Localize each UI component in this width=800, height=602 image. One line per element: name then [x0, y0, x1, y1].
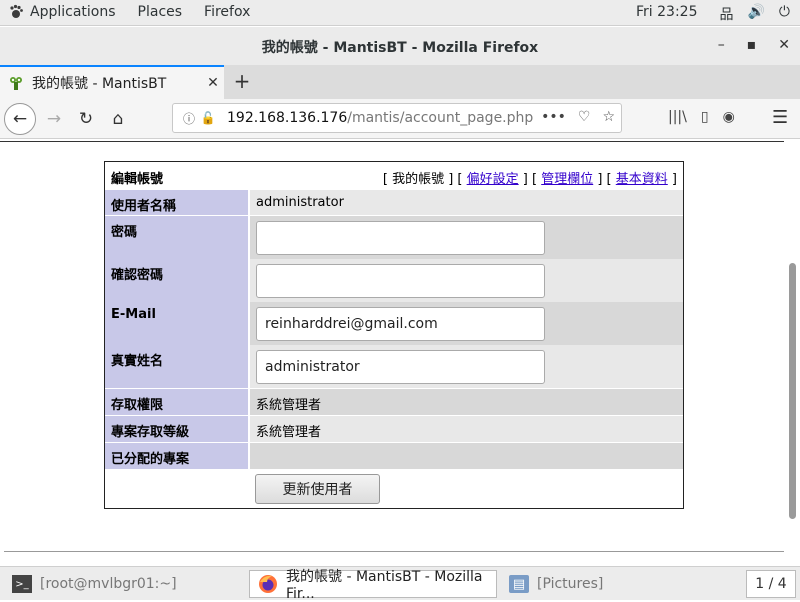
confirm-password-row: 確認密碼: [105, 259, 683, 302]
email-label: E-Mail: [105, 302, 250, 345]
tab-label: 我的帳號 - MantisBT: [32, 76, 167, 92]
terminal-icon: >_: [12, 575, 32, 593]
window-list-taskbar: >_ [root@mvlbgr01:~] 我的帳號 - MantisBT - M…: [0, 566, 800, 602]
form-header: 編輯帳號 [ 我的帳號 ] [ 偏好設定 ] [ 管理欄位 ] [ 基本資料 ]: [105, 162, 683, 190]
gnome-top-bar: Applications Places Firefox Fri 23:25 品 …: [0, 0, 800, 26]
password-label: 密碼: [105, 216, 250, 259]
page-actions-icon[interactable]: •••: [541, 109, 566, 125]
email-row: E-Mail: [105, 302, 683, 345]
close-window-button[interactable]: ✕: [778, 37, 790, 53]
account-menu-links: [ 我的帳號 ] [ 偏好設定 ] [ 管理欄位 ] [ 基本資料 ]: [382, 172, 677, 187]
network-icon[interactable]: 品: [719, 4, 733, 24]
navigation-toolbar: ← → ↻ ⌂ ⓘ 🔓 192.168.136.176 /mantis/acco…: [0, 99, 800, 139]
clock[interactable]: Fri 23:25: [636, 4, 697, 20]
reload-button[interactable]: ↻: [72, 105, 100, 133]
taskbar-firefox-label: 我的帳號 - MantisBT - Mozilla Fir...: [286, 569, 483, 602]
url-bar[interactable]: ⓘ 🔓 192.168.136.176 /mantis/account_page…: [172, 103, 622, 133]
url-host: 192.168.136.176: [227, 110, 348, 126]
bottom-divider: [4, 551, 784, 552]
assigned-projects-row: 已分配的專案: [105, 443, 683, 469]
gnome-foot-icon: [10, 4, 23, 18]
password-row: 密碼: [105, 216, 683, 259]
home-button[interactable]: ⌂: [104, 105, 132, 133]
taskbar-firefox[interactable]: 我的帳號 - MantisBT - Mozilla Fir...: [249, 569, 497, 602]
site-info-icon[interactable]: ⓘ: [179, 110, 199, 127]
access-level-value: 系統管理者: [250, 389, 683, 415]
bookmark-star-icon[interactable]: ☆: [602, 109, 615, 125]
maximize-button[interactable]: ▪: [747, 37, 757, 53]
file-manager-icon: ▤: [509, 575, 529, 593]
new-tab-button[interactable]: +: [230, 69, 254, 93]
realname-row: 真實姓名: [105, 345, 683, 388]
sidebar-icon[interactable]: ▯: [701, 109, 709, 125]
username-value: administrator: [250, 190, 683, 215]
username-label: 使用者名稱: [105, 190, 250, 215]
firefox-app-menu[interactable]: Firefox: [204, 4, 250, 20]
applications-menu[interactable]: Applications: [8, 4, 116, 20]
taskbar-terminal-label: [root@mvlbgr01:~]: [40, 576, 177, 592]
window-title: 我的帳號 - MantisBT - Mozilla Firefox: [261, 40, 539, 56]
project-access-label: 專案存取等級: [105, 416, 250, 442]
profiles-link[interactable]: 基本資料: [616, 172, 668, 187]
tab-my-account[interactable]: 我的帳號 - MantisBT ✕: [0, 65, 224, 99]
page-scrollbar[interactable]: [789, 263, 796, 519]
taskbar-pictures-label: [Pictures]: [537, 576, 604, 592]
firefox-icon: [258, 575, 278, 593]
mantis-favicon-icon: [10, 77, 22, 90]
update-user-button[interactable]: 更新使用者: [255, 474, 380, 504]
preferences-link[interactable]: 偏好設定: [467, 172, 519, 187]
pocket-icon[interactable]: ♡: [578, 109, 591, 125]
account-icon[interactable]: ◉: [723, 109, 735, 125]
volume-icon[interactable]: 🔊: [747, 4, 764, 24]
email-field[interactable]: [256, 307, 545, 341]
password-field[interactable]: [256, 221, 545, 255]
realname-label: 真實姓名: [105, 345, 250, 388]
taskbar-terminal[interactable]: >_ [root@mvlbgr01:~]: [4, 570, 246, 598]
minimize-button[interactable]: –: [718, 37, 725, 53]
assigned-projects-value: [250, 443, 683, 469]
applications-label: Applications: [30, 4, 116, 20]
back-button[interactable]: ←: [4, 103, 36, 135]
edit-account-form: 編輯帳號 [ 我的帳號 ] [ 偏好設定 ] [ 管理欄位 ] [ 基本資料 ]…: [104, 161, 684, 509]
hamburger-menu-icon[interactable]: ☰: [772, 107, 788, 128]
power-icon[interactable]: ⏻: [779, 4, 790, 24]
close-tab-icon[interactable]: ✕: [202, 75, 224, 91]
project-access-row: 專案存取等級 系統管理者: [105, 416, 683, 442]
tab-strip: 我的帳號 - MantisBT ✕ +: [0, 65, 800, 99]
assigned-projects-label: 已分配的專案: [105, 443, 250, 469]
window-titlebar: 我的帳號 - MantisBT - Mozilla Firefox – ▪ ✕: [0, 27, 800, 65]
username-row: 使用者名稱 administrator: [105, 190, 683, 215]
library-icon[interactable]: |||\: [668, 109, 687, 125]
my-account-current: 我的帳號: [392, 172, 445, 187]
project-access-value: 系統管理者: [250, 416, 683, 442]
url-path: /mantis/account_page.php: [347, 110, 534, 126]
system-tray[interactable]: 品 🔊 ⏻: [719, 4, 790, 24]
access-level-label: 存取權限: [105, 389, 250, 415]
confirm-password-field[interactable]: [256, 264, 545, 298]
confirm-password-label: 確認密碼: [105, 259, 250, 302]
taskbar-pictures[interactable]: ▤ [Pictures]: [501, 570, 743, 598]
manage-columns-link[interactable]: 管理欄位: [541, 172, 593, 187]
workspace-pager[interactable]: 1 / 4: [746, 570, 796, 598]
places-menu[interactable]: Places: [138, 4, 183, 20]
access-level-row: 存取權限 系統管理者: [105, 389, 683, 415]
forward-button[interactable]: →: [40, 105, 68, 133]
top-divider: [0, 141, 784, 142]
realname-field[interactable]: [256, 350, 545, 384]
page-content: 編輯帳號 [ 我的帳號 ] [ 偏好設定 ] [ 管理欄位 ] [ 基本資料 ]…: [0, 139, 800, 566]
insecure-lock-icon[interactable]: 🔓: [199, 111, 217, 125]
form-caption: 編輯帳號: [111, 172, 164, 187]
